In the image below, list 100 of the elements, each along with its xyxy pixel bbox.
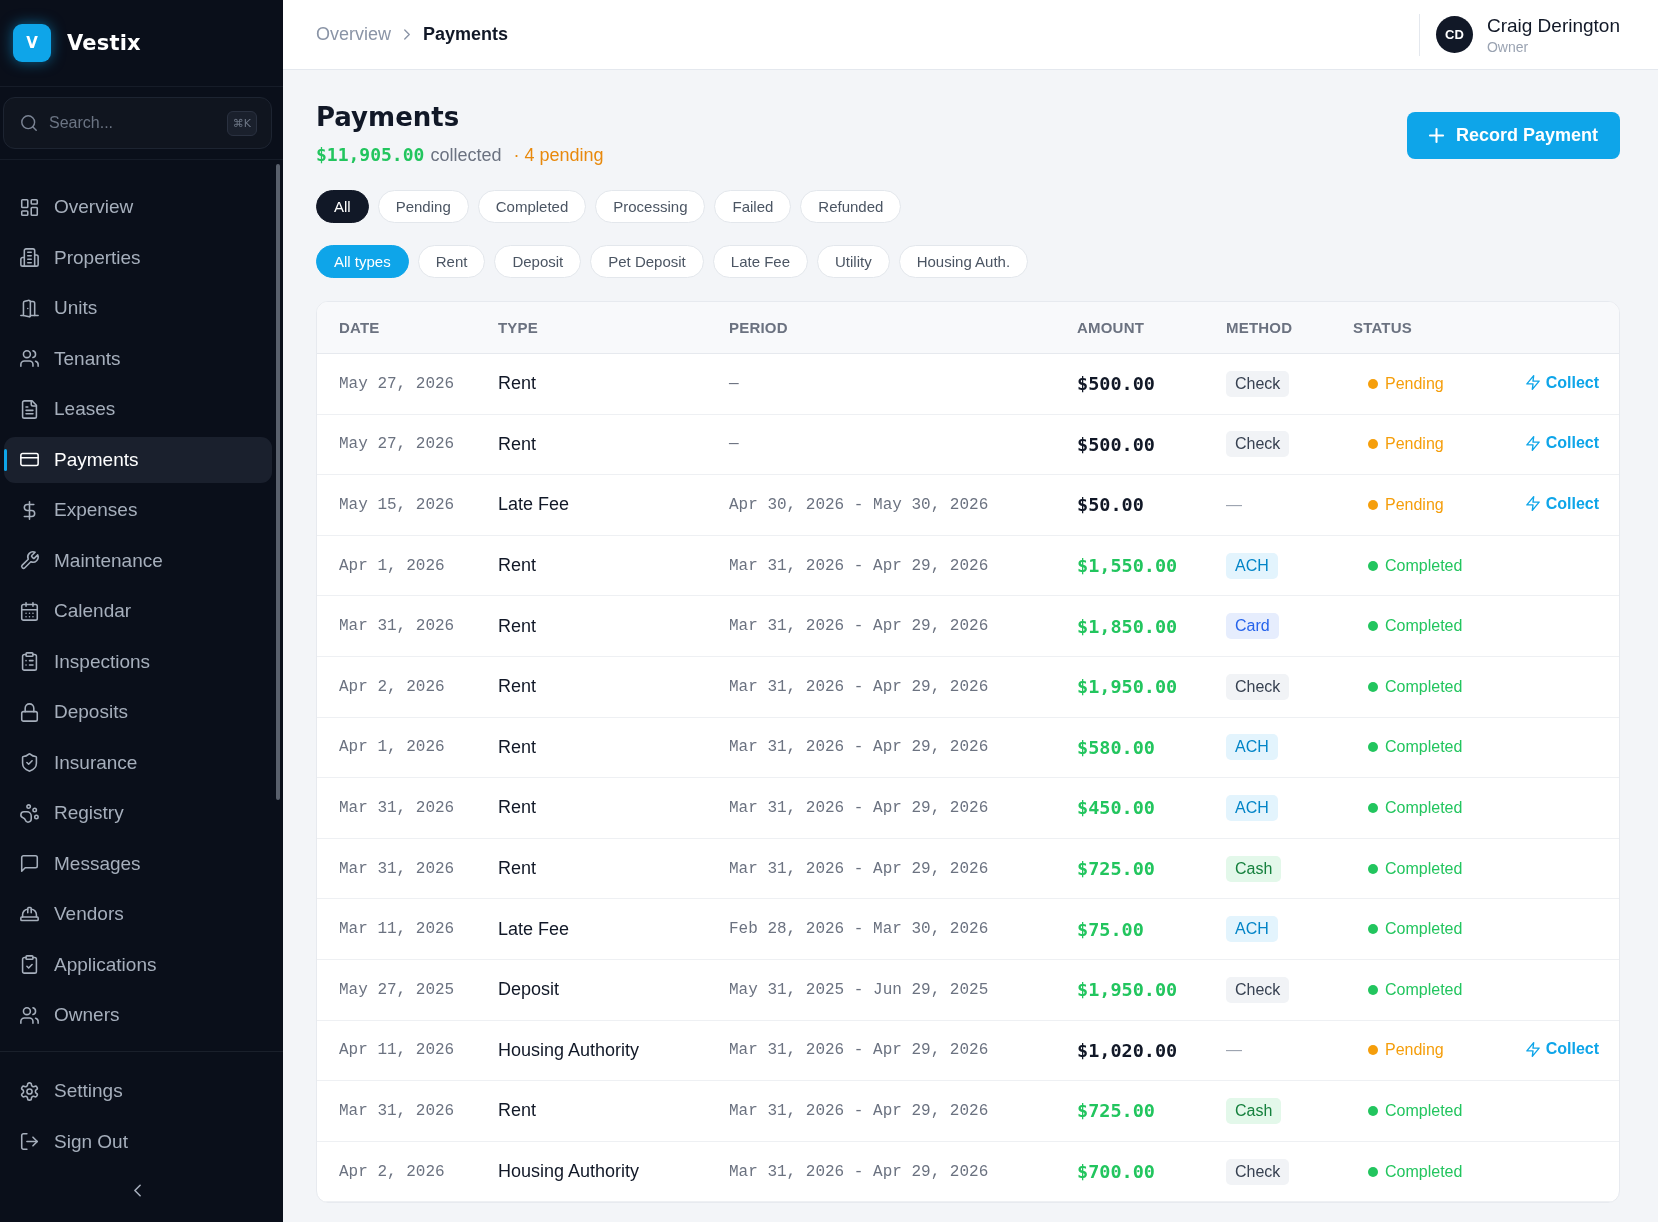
pending-count: · 4 pending — [513, 144, 604, 167]
breadcrumb-current: Payments — [423, 24, 509, 45]
column-header: AMOUNT — [1077, 319, 1145, 336]
nav-item[interactable]: Overview — [4, 184, 272, 230]
door-icon — [20, 298, 39, 318]
method-tag: Check — [1226, 976, 1290, 1003]
method-tag: Check — [1226, 370, 1290, 397]
plus-icon — [1428, 128, 1444, 143]
type-cell: Rent — [498, 1100, 537, 1122]
nav-item[interactable]: Leases — [4, 386, 272, 432]
status-dot-icon — [1368, 1166, 1378, 1177]
date-cell: May 27, 2025 — [339, 980, 455, 999]
nav-item[interactable]: Inspections — [4, 638, 272, 685]
period-cell: Mar 31, 2026 - Apr 29, 2026 — [729, 677, 989, 696]
nav-item[interactable]: Tenants — [4, 335, 272, 382]
collected-amount: $11,905.00 — [316, 143, 425, 167]
lock-icon — [20, 702, 39, 722]
status-text: Pending — [1385, 1041, 1444, 1060]
method-tag: Cash — [1226, 855, 1282, 882]
status-text: Pending — [1385, 435, 1444, 454]
scrollbar[interactable] — [276, 164, 280, 800]
status-filter[interactable]: Refunded — [800, 190, 902, 223]
date-cell: Apr 11, 2026 — [339, 1041, 455, 1060]
nav-item[interactable]: Properties — [4, 234, 272, 281]
method-tag: ACH — [1226, 794, 1278, 821]
amount-cell: $1,850.00 — [1077, 615, 1178, 637]
type-filter[interactable]: Deposit — [494, 245, 582, 278]
amount-cell: $725.00 — [1077, 858, 1155, 880]
nav-item[interactable]: Registry — [4, 790, 272, 836]
amount-cell: $1,950.00 — [1077, 676, 1178, 698]
collapse-button[interactable] — [134, 1183, 141, 1197]
lightning-bolt-icon — [1525, 435, 1540, 451]
date-cell: Apr 1, 2026 — [339, 556, 445, 575]
nav-item[interactable]: Insurance — [4, 739, 272, 786]
method-tag: Card — [1226, 613, 1279, 640]
nav-item[interactable]: Settings — [4, 1068, 272, 1114]
type-cell: Rent — [498, 555, 537, 577]
collected-label: collected — [430, 144, 502, 167]
date-cell: Apr 2, 2026 — [339, 677, 445, 696]
status-filter[interactable]: All — [316, 190, 369, 223]
clipboard-list-icon — [20, 652, 39, 671]
status-text: Completed — [1385, 980, 1463, 999]
nav-item[interactable]: Sign Out — [4, 1118, 272, 1165]
date-cell: May 15, 2026 — [339, 496, 455, 514]
type-cell: Late Fee — [498, 494, 570, 516]
type-cell: Rent — [498, 858, 537, 880]
search-bar[interactable]: Search... ⌘K — [3, 97, 272, 149]
amount-cell: $500.00 — [1077, 433, 1155, 455]
lightning-bolt-icon — [1525, 375, 1540, 391]
column-header: STATUS — [1353, 319, 1412, 336]
wrench-icon — [20, 551, 39, 570]
nav-item[interactable]: Calendar — [4, 588, 272, 634]
period-cell: Apr 30, 2026 - May 30, 2026 — [729, 496, 989, 514]
status-dot-icon — [1368, 1105, 1378, 1116]
avatar[interactable]: CD — [1435, 16, 1473, 53]
status-dot-icon — [1368, 863, 1378, 874]
nav-item[interactable]: Maintenance — [4, 537, 272, 584]
period-cell: — — [729, 374, 739, 393]
nav-item[interactable]: Vendors — [4, 891, 272, 937]
status-text: Completed — [1385, 677, 1463, 696]
status-filter[interactable]: Processing — [595, 190, 706, 223]
period-cell: May 31, 2025 - Jun 29, 2025 — [729, 980, 989, 999]
shield-check-icon — [20, 753, 39, 772]
type-cell: Deposit — [498, 979, 560, 1001]
status-text: Completed — [1385, 738, 1463, 757]
type-filter[interactable]: Rent — [417, 245, 486, 278]
period-cell: Mar 31, 2026 - Apr 29, 2026 — [729, 1041, 989, 1060]
period-cell: — — [729, 435, 739, 454]
clipboard-check-icon — [20, 955, 39, 974]
nav-item[interactable]: Applications — [4, 941, 272, 988]
status-filter[interactable]: Failed — [714, 190, 792, 223]
type-filter[interactable]: Pet Deposit — [590, 245, 704, 278]
search-input[interactable]: Search... — [49, 114, 215, 132]
nav-item[interactable]: Expenses — [4, 487, 272, 533]
column-header: PERIOD — [729, 319, 788, 336]
method-tag: Check — [1226, 673, 1290, 700]
nav-item[interactable]: Deposits — [4, 689, 272, 735]
paw-icon — [20, 803, 39, 823]
status-dot-icon — [1368, 621, 1378, 632]
status-dot-icon — [1368, 742, 1378, 753]
method-tag: Cash — [1226, 1097, 1282, 1124]
type-filter[interactable]: Housing Auth. — [898, 245, 1029, 278]
date-cell: Apr 2, 2026 — [339, 1162, 445, 1181]
date-cell: Mar 11, 2026 — [339, 920, 455, 939]
status-filter[interactable]: Pending — [377, 190, 469, 223]
type-cell: Rent — [498, 797, 537, 819]
status-filter[interactable]: Completed — [477, 190, 587, 223]
status-dot-icon — [1368, 439, 1378, 450]
calendar-icon — [20, 601, 39, 621]
status-dot-icon — [1368, 924, 1378, 935]
status-text: Completed — [1385, 920, 1463, 939]
method-tag: ACH — [1226, 552, 1278, 579]
nav-item[interactable]: Owners — [4, 992, 272, 1038]
nav-item[interactable]: Units — [4, 285, 272, 331]
nav-item[interactable]: Payments — [4, 436, 272, 483]
nav-item[interactable]: Messages — [4, 840, 272, 887]
type-filter[interactable]: Late Fee — [712, 245, 808, 278]
period-cell: Mar 31, 2026 - Apr 29, 2026 — [729, 798, 989, 817]
type-filter[interactable]: Utility — [817, 245, 890, 278]
brand-name: Vestix — [67, 31, 141, 55]
